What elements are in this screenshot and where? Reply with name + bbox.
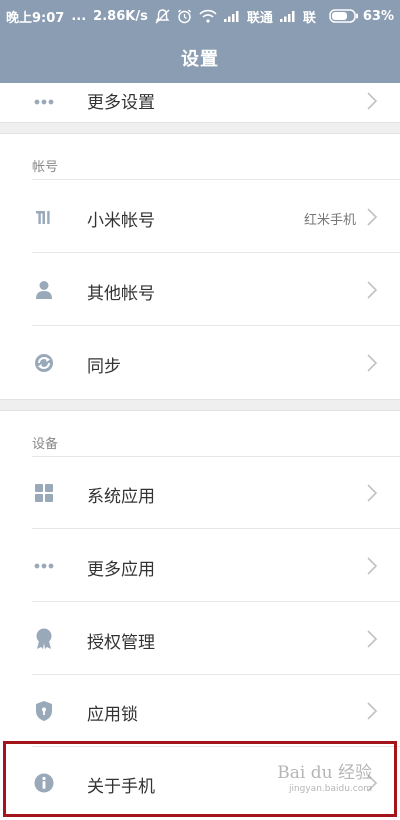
list-item-label: 系统应用 (87, 487, 155, 507)
section-header-account: 帐号 (0, 134, 400, 180)
chevron-right-icon (367, 630, 378, 648)
watermark: Bai du 经验 jingyan.baidu.com (277, 765, 372, 794)
list-item-label: 更多设置 (87, 93, 155, 113)
person-icon (32, 278, 56, 302)
chevron-right-icon (367, 92, 378, 110)
sync-icon (32, 351, 56, 375)
list-item-system-apps[interactable]: 系统应用 (0, 457, 400, 529)
status-time: 晚上9:07 (6, 10, 65, 26)
list-item-label: 小米帐号 (87, 211, 155, 231)
dots-icon (32, 554, 56, 578)
mute-icon (155, 8, 170, 24)
list-item-label: 授权管理 (87, 633, 155, 653)
account-value: 红米手机 (303, 213, 356, 228)
watermark-sub: jingyan.baidu.com (288, 784, 372, 794)
dots-icon (32, 90, 56, 114)
list-item-label: 关于手机 (87, 777, 155, 797)
section-header-device: 设备 (0, 411, 400, 457)
chevron-right-icon (367, 702, 378, 720)
list-item-more-apps[interactable]: 更多应用 (0, 529, 400, 602)
list-item-label: 其他帐号 (87, 284, 155, 304)
section-title: 帐号 (32, 160, 59, 175)
signal-icon (223, 10, 240, 22)
signal-icon-2 (279, 10, 296, 22)
section-title: 设备 (32, 437, 59, 452)
chevron-right-icon (367, 484, 378, 502)
chevron-right-icon (367, 208, 378, 226)
list-item-sync[interactable]: 同步 (0, 326, 400, 399)
status-bar: 晚上9:07 ... 2.86K/s 联通 联 63% (0, 0, 400, 32)
list-item-label: 应用锁 (87, 705, 138, 725)
page-title: 设置 (181, 48, 219, 70)
top-bar: 晚上9:07 ... 2.86K/s 联通 联 63% 设置 (0, 0, 400, 83)
shield-lock-icon (32, 699, 56, 723)
status-dots: ... (71, 8, 87, 24)
list-item-app-lock[interactable]: 应用锁 (0, 675, 400, 747)
chevron-right-icon (367, 281, 378, 299)
mi-logo-icon (32, 205, 56, 229)
watermark-main: Bai du 经验 (277, 763, 372, 783)
status-carrier: 联通 (246, 10, 273, 26)
chevron-right-icon (367, 557, 378, 575)
status-battery: 63% (362, 8, 394, 24)
section-gap (0, 399, 400, 411)
settings-list: 更多设置 帐号 小米帐号 红米手机 其他帐号 同步 设备 系统应用 更多应用 授… (0, 0, 400, 820)
list-item-other-accounts[interactable]: 其他帐号 (0, 253, 400, 326)
list-item-mi-account[interactable]: 小米帐号 红米手机 (0, 180, 400, 253)
section-gap (0, 122, 400, 134)
list-item-permissions[interactable]: 授权管理 (0, 602, 400, 675)
grid-icon (32, 481, 56, 505)
chevron-right-icon (367, 354, 378, 372)
info-icon (32, 771, 56, 795)
list-item-label: 更多应用 (87, 560, 155, 580)
status-speed: 2.86K/s (93, 8, 148, 24)
alarm-icon (177, 9, 192, 24)
status-carrier-2: 联 (302, 10, 316, 26)
badge-icon (32, 627, 56, 651)
wifi-icon (199, 9, 217, 23)
battery-icon (329, 9, 359, 23)
list-item-label: 同步 (87, 357, 121, 377)
